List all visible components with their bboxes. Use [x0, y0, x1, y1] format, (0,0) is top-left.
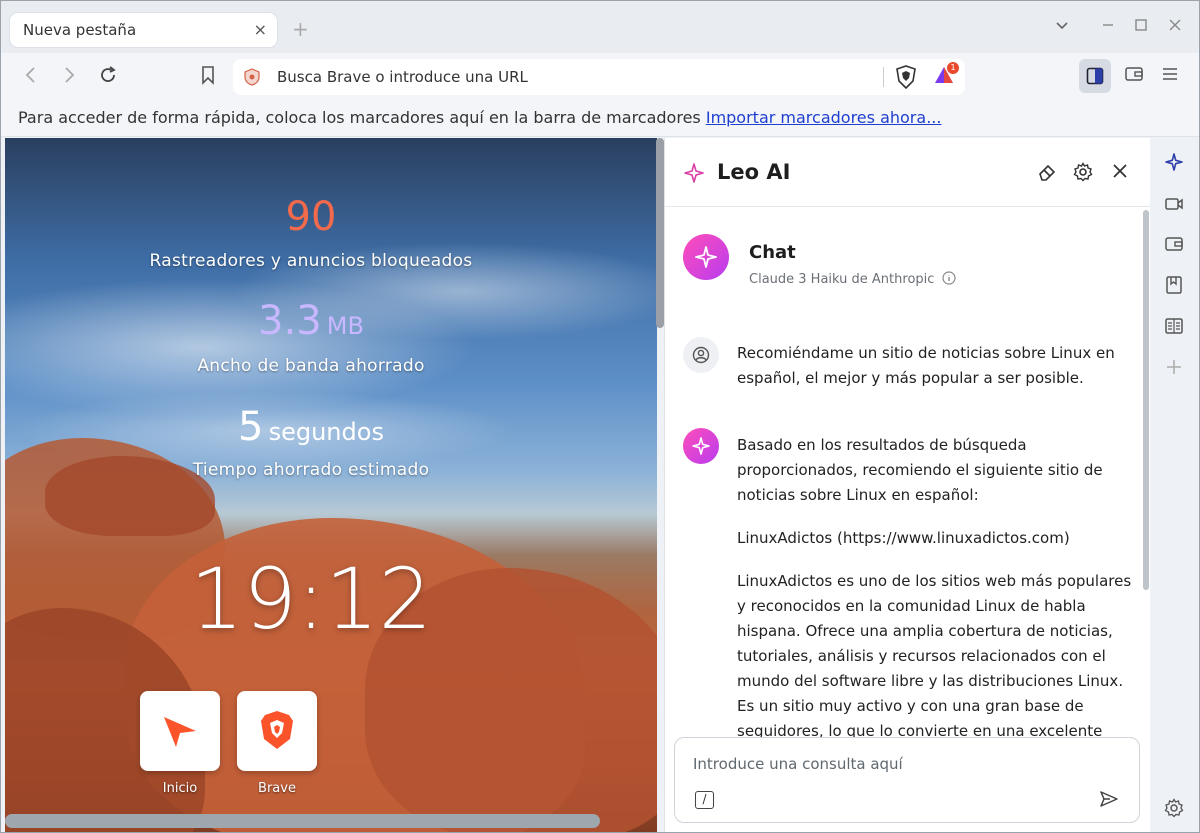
assistant-paragraph: LinuxAdictos (https://www.linuxadictos.c…	[737, 529, 1070, 547]
bookmarks-hint-text: Para acceder de forma rápida, coloca los…	[18, 108, 701, 127]
sidebar-talk-icon[interactable]	[1164, 194, 1184, 214]
leo-header: Leo AI	[665, 138, 1151, 207]
new-tab-page: 90 Rastreadores y anuncios bloqueados 3.…	[5, 138, 657, 832]
model-label: Claude 3 Haiku de Anthropic	[749, 272, 935, 287]
arrow-cursor-icon	[164, 717, 196, 747]
import-bookmarks-link[interactable]: Importar marcadores ahora...	[706, 108, 942, 127]
brave-shields-icon[interactable]	[895, 65, 917, 93]
stat-value: 5	[238, 404, 264, 450]
leo-scrollbar[interactable]	[1143, 210, 1149, 590]
assistant-paragraph: LinuxAdictos es uno de los sitios web má…	[737, 572, 1132, 737]
leo-sparkle-icon	[683, 162, 705, 188]
forward-icon[interactable]	[61, 65, 77, 89]
sparkle-icon	[692, 437, 710, 455]
top-site-inicio[interactable]	[140, 691, 220, 771]
erase-conversation-icon[interactable]	[1037, 162, 1057, 187]
wallet-icon[interactable]	[1124, 65, 1144, 88]
stat-unit: MB	[326, 312, 364, 340]
tab-close-icon[interactable]: ×	[254, 20, 267, 39]
top-site-label: Inicio	[162, 781, 198, 796]
stat-bandwidth-label: Ancho de banda ahorrado	[197, 356, 425, 376]
url-separator	[883, 67, 884, 87]
bookmarks-bar: Para acceder de forma rápida, coloca los…	[1, 101, 1199, 137]
minimize-icon[interactable]	[1101, 17, 1115, 36]
stat-bandwidth-value: 3.3 MB	[5, 298, 617, 344]
browser-window: Nueva pestaña × + Busca Brave o introduc…	[0, 0, 1200, 833]
send-icon[interactable]	[1099, 789, 1119, 813]
stat-trackers-label: Rastreadores y anuncios bloqueados	[149, 251, 473, 271]
stat-time-value: 5 segundos	[5, 404, 617, 450]
tab-strip: Nueva pestaña × +	[1, 1, 1199, 53]
sidebar-toggle-button[interactable]	[1079, 59, 1111, 93]
info-icon	[941, 271, 956, 285]
back-icon[interactable]	[23, 65, 39, 89]
bookmark-icon[interactable]	[200, 65, 216, 90]
close-panel-icon[interactable]	[1111, 162, 1129, 185]
leo-ai-panel: Leo AI Chat Claude 3 Haiku de Anthropic …	[664, 138, 1151, 832]
leo-avatar	[683, 428, 719, 464]
tab-new-tab[interactable]: Nueva pestaña ×	[10, 13, 277, 47]
sidebar-bookmarks-icon[interactable]	[1164, 275, 1184, 295]
settings-gear-icon[interactable]	[1073, 162, 1093, 187]
menu-icon[interactable]	[1161, 65, 1179, 88]
top-site-label: Brave	[258, 781, 296, 796]
sidebar-settings-icon[interactable]	[1164, 798, 1184, 818]
leo-chat-avatar	[683, 234, 729, 280]
ntp-vertical-scrollbar[interactable]	[656, 138, 664, 328]
sidebar-leo-icon[interactable]	[1164, 152, 1184, 172]
composer: /	[674, 737, 1140, 823]
site-shield-icon[interactable]	[243, 68, 261, 86]
stat-time-label: Tiempo ahorrado estimado	[192, 460, 430, 480]
sidebar-wallet-icon[interactable]	[1164, 234, 1184, 254]
top-site-brave[interactable]	[237, 691, 317, 771]
leo-title: Leo AI	[717, 160, 791, 184]
sidebar-reading-list-icon[interactable]	[1164, 316, 1184, 336]
model-name: Claude 3 Haiku de Anthropic	[749, 271, 956, 287]
chat-title: Chat	[749, 242, 796, 263]
tab-list-dropdown-icon[interactable]	[1055, 17, 1069, 36]
clock: 19:12	[189, 550, 433, 648]
new-tab-button[interactable]: +	[292, 17, 309, 41]
url-bar[interactable]: Busca Brave o introduce una URL 1	[233, 59, 965, 95]
stat-value: 90	[285, 194, 337, 240]
reload-icon[interactable]	[98, 65, 118, 90]
sparkle-icon	[695, 246, 717, 268]
stat-unit: segundos	[268, 418, 384, 446]
query-input[interactable]	[693, 753, 1093, 775]
tab-title: Nueva pestaña	[23, 21, 137, 39]
stat-value: 3.3	[258, 298, 322, 344]
sidebar-add-icon[interactable]	[1164, 357, 1184, 377]
assistant-paragraph: Basado en los resultados de búsqueda pro…	[737, 436, 1103, 504]
horizontal-scrollbar[interactable]	[5, 814, 600, 828]
bookmarks-bar-hint: Para acceder de forma rápida, coloca los…	[18, 108, 941, 127]
user-message: Recomiéndame un sitio de noticias sobre …	[737, 344, 1115, 387]
user-avatar	[683, 337, 719, 373]
url-placeholder[interactable]: Busca Brave o introduce una URL	[277, 68, 528, 86]
right-sidebar	[1150, 138, 1199, 832]
close-window-icon[interactable]	[1168, 17, 1182, 36]
rewards-badge: 1	[947, 62, 959, 74]
maximize-icon[interactable]	[1134, 17, 1148, 36]
stat-trackers-value: 90	[5, 194, 617, 240]
brave-lion-icon	[261, 711, 293, 749]
user-icon	[692, 346, 710, 364]
slash-commands-button[interactable]: /	[695, 791, 714, 809]
toolbar: Busca Brave o introduce una URL 1	[1, 53, 1199, 101]
